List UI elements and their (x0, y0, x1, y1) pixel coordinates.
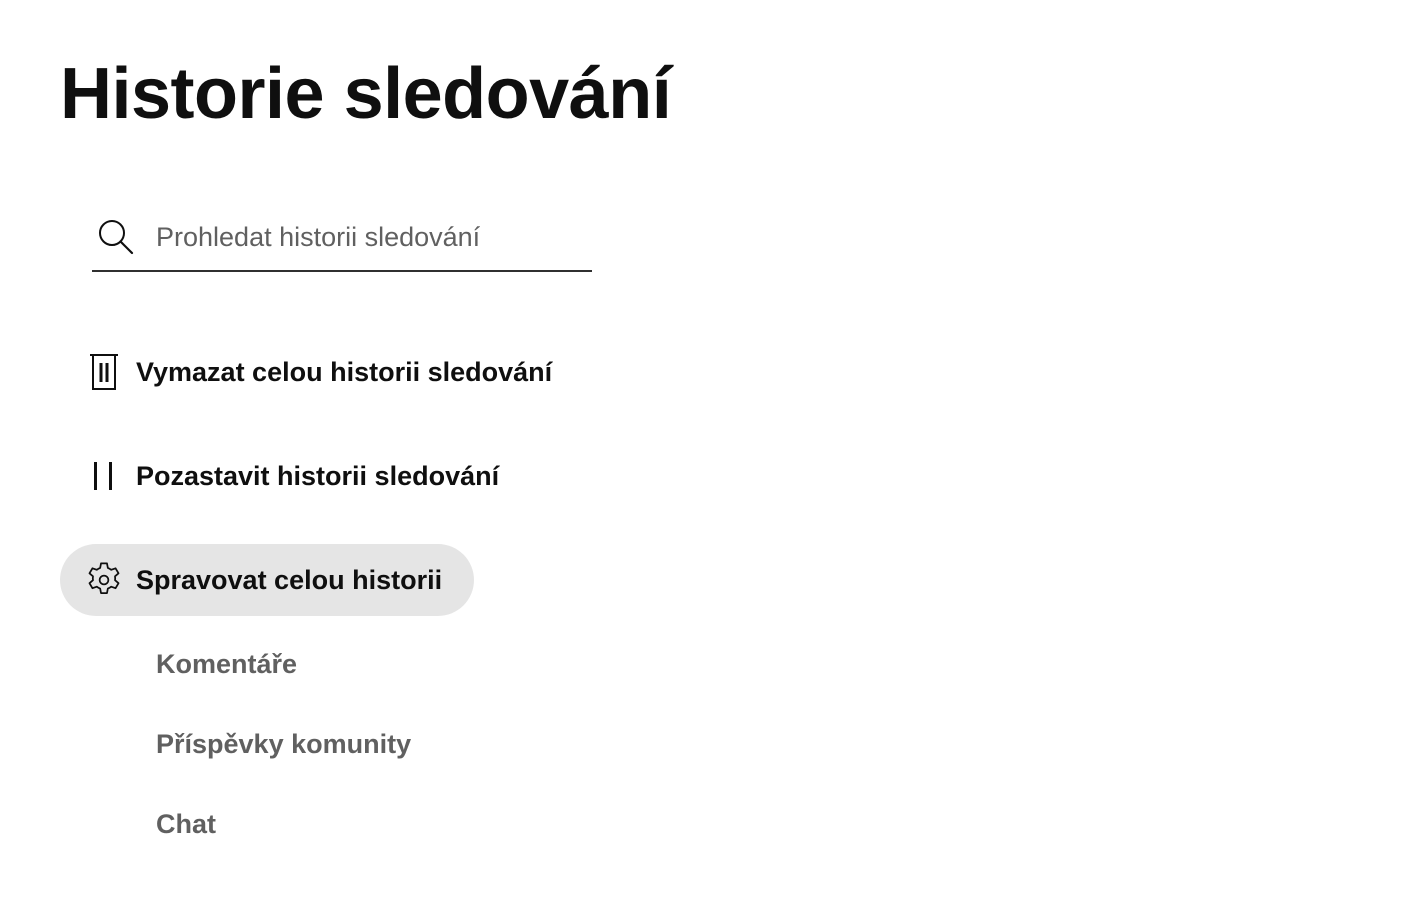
trash-icon (80, 348, 128, 396)
search-input[interactable] (156, 221, 576, 253)
pause-watch-history-button[interactable]: Pozastavit historii sledování (80, 440, 519, 512)
community-posts-link[interactable]: Příspěvky komunity (156, 724, 411, 764)
search-icon[interactable] (94, 215, 138, 259)
page-title: Historie sledování (60, 54, 672, 134)
watch-history-page: Historie sledování Vymazat celou histori… (0, 0, 1410, 900)
chat-link[interactable]: Chat (156, 804, 216, 844)
clear-history-label: Vymazat celou historii sledování (136, 356, 553, 387)
clear-all-watch-history-button[interactable]: Vymazat celou historii sledování (80, 336, 572, 408)
pause-history-label: Pozastavit historii sledování (136, 460, 500, 491)
search-box[interactable] (92, 204, 592, 272)
pause-icon (80, 452, 128, 500)
comments-link[interactable]: Komentáře (156, 644, 297, 684)
manage-all-history-button[interactable]: Spravovat celou historii (60, 544, 475, 616)
gear-icon (80, 556, 128, 604)
manage-history-label: Spravovat celou historii (136, 564, 443, 595)
